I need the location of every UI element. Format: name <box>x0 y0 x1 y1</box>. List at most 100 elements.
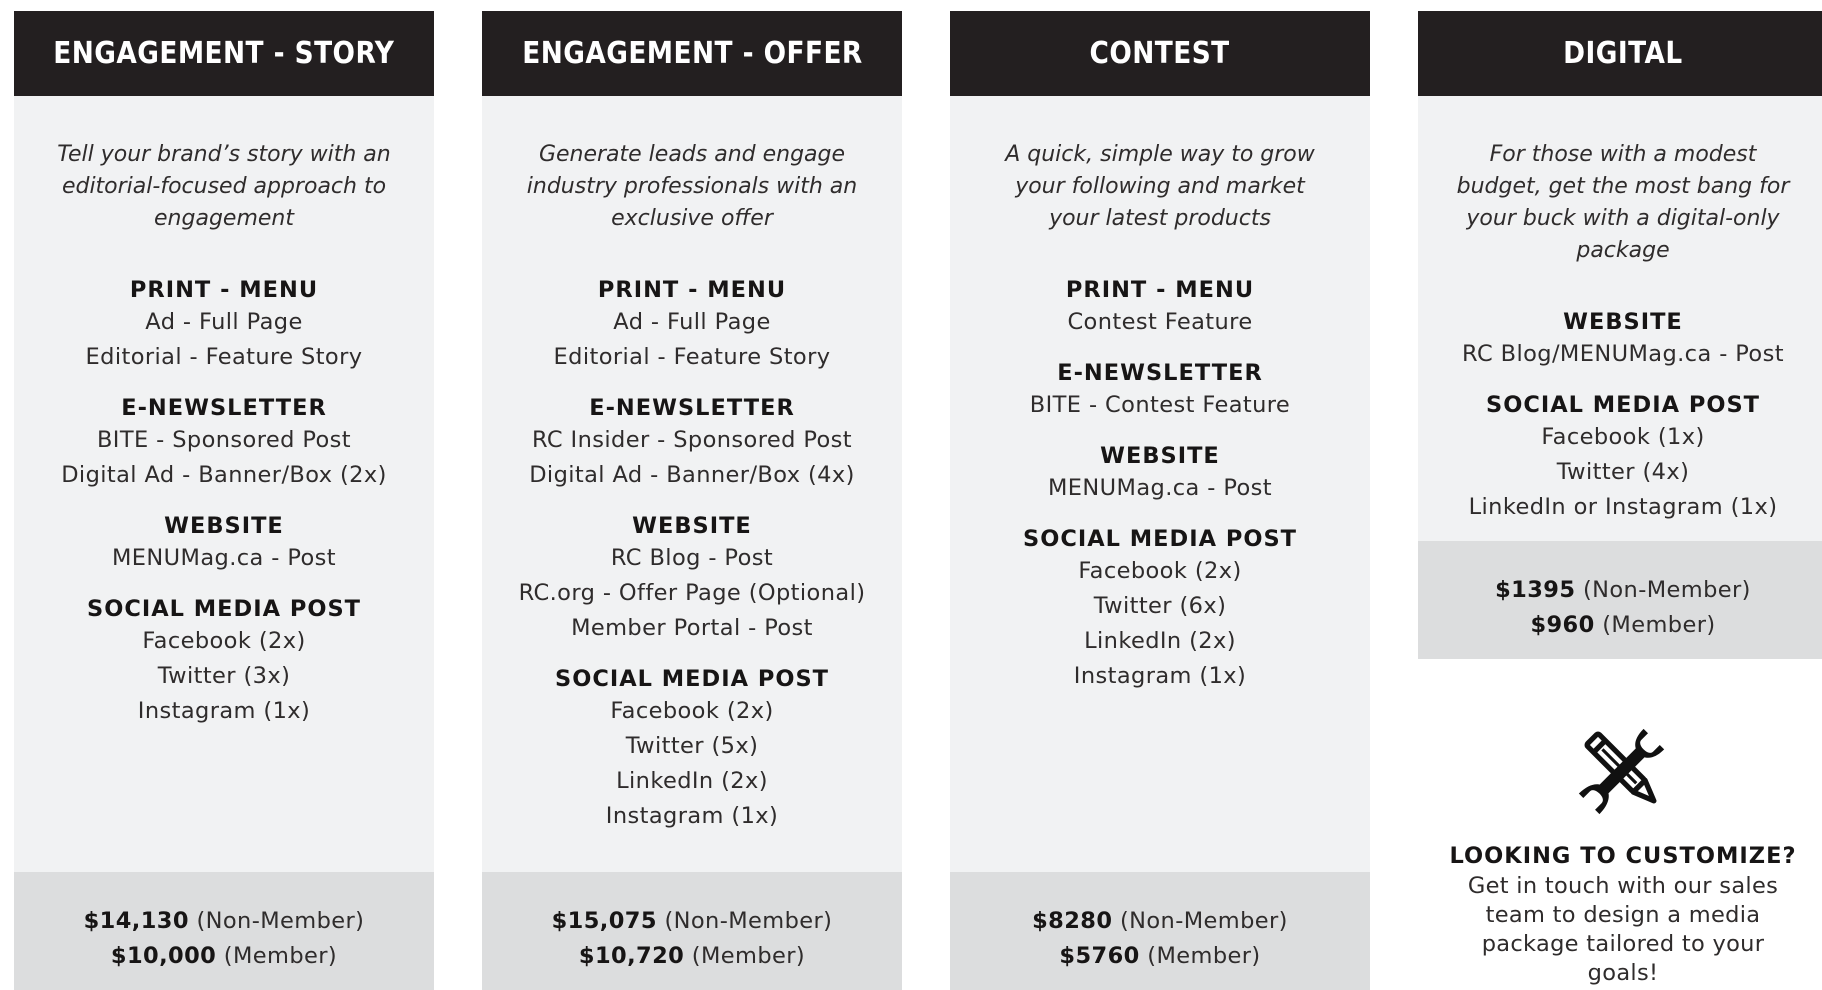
section-title: PRINT - MENU <box>597 277 787 303</box>
price-member-row: $5760 (Member) <box>950 939 1370 974</box>
section-item: Twitter (3x) <box>157 663 291 689</box>
section-item: Instagram (1x) <box>137 698 311 724</box>
section-item: Facebook (2x) <box>1078 558 1242 584</box>
section-e-newsletter: E-NEWSLETTER BITE - Sponsored Post Digit… <box>14 393 434 493</box>
price-member: $10,000 <box>110 943 217 969</box>
package-body: For those with a modest budget, get the … <box>1418 96 1822 541</box>
section-item: LinkedIn or Instagram (1x) <box>1468 494 1778 520</box>
section-item: Ad - Full Page <box>145 309 303 335</box>
section-item: LinkedIn (2x) <box>1084 628 1236 654</box>
non-member-label: (Non-Member) <box>664 908 833 934</box>
section-item: Editorial - Feature Story <box>85 344 363 370</box>
non-member-label: (Non-Member) <box>1119 908 1288 934</box>
section-item: Facebook (2x) <box>142 628 306 654</box>
package-price: $14,130 (Non-Member) $10,000 (Member) <box>14 872 434 990</box>
price-non-member: $8280 <box>1032 908 1113 934</box>
section-item: Facebook (1x) <box>1541 424 1705 450</box>
price-non-member-row: $15,075 (Non-Member) <box>482 904 902 939</box>
package-title: DIGITAL <box>1563 36 1683 71</box>
price-member-row: $960 (Member) <box>1418 608 1822 643</box>
package-header: DIGITAL <box>1418 11 1822 96</box>
section-item: Digital Ad - Banner/Box (2x) <box>61 462 387 488</box>
section-title: WEBSITE <box>164 513 284 539</box>
section-social-media-post: SOCIAL MEDIA POST Facebook (2x) Twitter … <box>14 594 434 729</box>
package-digital: DIGITAL For those with a modest budget, … <box>1418 11 1822 659</box>
package-title: ENGAGEMENT - OFFER <box>521 36 863 71</box>
section-title: SOCIAL MEDIA POST <box>1485 392 1761 418</box>
section-item: RC Blog/MENUMag.ca - Post <box>1462 341 1784 367</box>
package-title: CONTEST <box>1089 36 1231 71</box>
package-title: ENGAGEMENT - STORY <box>53 36 395 71</box>
section-item: RC Blog - Post <box>610 545 774 571</box>
section-e-newsletter: E-NEWSLETTER BITE - Contest Feature <box>950 358 1370 423</box>
section-item: Twitter (6x) <box>1093 593 1227 619</box>
price-non-member: $1395 <box>1495 577 1576 603</box>
section-item: LinkedIn (2x) <box>616 768 768 794</box>
section-website: WEBSITE MENUMag.ca - Post <box>14 511 434 576</box>
customize-text: Get in touch with our sales team to desi… <box>1467 873 1779 986</box>
package-intro: Tell your brand’s story with an editoria… <box>57 142 391 231</box>
price-member: $960 <box>1530 612 1595 638</box>
section-title: WEBSITE <box>1100 443 1220 469</box>
member-label: (Member) <box>691 943 806 969</box>
section-item: Twitter (4x) <box>1556 459 1690 485</box>
section-item: RC.org - Offer Page (Optional) <box>518 580 866 606</box>
package-header: CONTEST <box>950 11 1370 96</box>
section-item: RC Insider - Sponsored Post <box>531 427 853 453</box>
section-social-media-post: SOCIAL MEDIA POST Facebook (2x) Twitter … <box>482 664 902 834</box>
price-non-member-row: $1395 (Non-Member) <box>1418 573 1822 608</box>
package-engagement-story: ENGAGEMENT - STORY Tell your brand’s sto… <box>14 11 434 990</box>
section-title: PRINT - MENU <box>1065 277 1255 303</box>
section-item: Ad - Full Page <box>613 309 771 335</box>
package-intro: For those with a modest budget, get the … <box>1456 142 1790 263</box>
package-intro: Generate leads and engage industry profe… <box>526 142 858 231</box>
section-print-menu: PRINT - MENU Contest Feature <box>950 275 1370 340</box>
section-title: WEBSITE <box>632 513 752 539</box>
section-item: BITE - Sponsored Post <box>96 427 352 453</box>
section-title: E-NEWSLETTER <box>589 395 795 421</box>
section-item: Member Portal - Post <box>571 615 813 641</box>
member-label: (Member) <box>1602 612 1716 638</box>
section-item: Editorial - Feature Story <box>553 344 831 370</box>
price-non-member: $15,075 <box>551 908 657 934</box>
section-print-menu: PRINT - MENU Ad - Full Page Editorial - … <box>14 275 434 375</box>
section-title: SOCIAL MEDIA POST <box>554 666 830 692</box>
price-member-row: $10,720 (Member) <box>482 939 902 974</box>
price-member: $5760 <box>1059 943 1140 969</box>
section-title: WEBSITE <box>1563 309 1683 335</box>
member-label: (Member) <box>223 943 338 969</box>
non-member-label: (Non-Member) <box>196 908 365 934</box>
price-non-member: $14,130 <box>83 908 189 934</box>
package-body: Tell your brand’s story with an editoria… <box>14 96 434 872</box>
section-website: WEBSITE RC Blog - Post RC.org - Offer Pa… <box>482 511 902 646</box>
price-non-member-row: $14,130 (Non-Member) <box>14 904 434 939</box>
section-item: Twitter (5x) <box>625 733 759 759</box>
customize-title: LOOKING TO CUSTOMIZE? <box>1449 843 1797 869</box>
package-price: $1395 (Non-Member) $960 (Member) <box>1418 541 1822 659</box>
section-item: Facebook (2x) <box>610 698 774 724</box>
package-body: A quick, simple way to grow your followi… <box>950 96 1370 872</box>
price-member: $10,720 <box>578 943 685 969</box>
section-title: SOCIAL MEDIA POST <box>1022 526 1298 552</box>
section-website: WEBSITE RC Blog/MENUMag.ca - Post <box>1418 307 1822 372</box>
section-e-newsletter: E-NEWSLETTER RC Insider - Sponsored Post… <box>482 393 902 493</box>
package-header: ENGAGEMENT - OFFER <box>482 11 902 96</box>
section-item: Digital Ad - Banner/Box (4x) <box>529 462 855 488</box>
section-item: Instagram (1x) <box>605 803 779 829</box>
section-title: E-NEWSLETTER <box>121 395 327 421</box>
package-price: $15,075 (Non-Member) $10,720 (Member) <box>482 872 902 990</box>
price-member-row: $10,000 (Member) <box>14 939 434 974</box>
package-engagement-offer: ENGAGEMENT - OFFER Generate leads and en… <box>482 11 902 990</box>
section-item: Instagram (1x) <box>1073 663 1247 689</box>
section-item: BITE - Contest Feature <box>1029 392 1291 418</box>
package-price: $8280 (Non-Member) $5760 (Member) <box>950 872 1370 990</box>
package-body: Generate leads and engage industry profe… <box>482 96 902 872</box>
package-header: ENGAGEMENT - STORY <box>14 11 434 96</box>
customize-block: LOOKING TO CUSTOMIZE? Get in touch with … <box>1418 718 1822 988</box>
section-title: E-NEWSLETTER <box>1057 360 1263 386</box>
section-item: Contest Feature <box>1067 309 1253 335</box>
section-print-menu: PRINT - MENU Ad - Full Page Editorial - … <box>482 275 902 375</box>
section-item: MENUMag.ca - Post <box>1047 475 1273 501</box>
section-item: MENUMag.ca - Post <box>111 545 337 571</box>
non-member-label: (Non-Member) <box>1582 577 1751 603</box>
